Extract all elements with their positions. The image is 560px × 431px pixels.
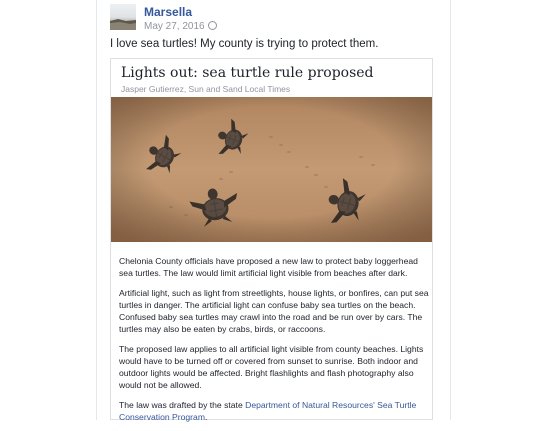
post-text: I love sea turtles! My county is trying … — [110, 38, 379, 50]
sea-turtle-photo — [111, 97, 432, 242]
post-meta: May 27, 2016 — [144, 21, 217, 32]
post-card: Marsella May 27, 2016 I love sea turtles… — [96, 0, 451, 422]
globe-icon — [207, 21, 217, 30]
article-body: Chelonia County officials have proposed … — [119, 255, 429, 431]
article-paragraph-1: Chelonia County officials have proposed … — [119, 256, 418, 278]
article-paragraph-2: Artificial light, such as light from str… — [119, 288, 429, 334]
post-header: Marsella May 27, 2016 — [110, 4, 440, 34]
author-name[interactable]: Marsella — [144, 5, 192, 19]
article-headline[interactable]: Lights out: sea turtle rule proposed — [121, 65, 374, 81]
article-byline: Jasper Gutierrez, Sun and Sand Local Tim… — [121, 84, 291, 94]
article-paragraph-4-prefix: The law was drafted by the state — [119, 400, 246, 410]
article-paragraph-4: The law was drafted by the state Departm… — [119, 399, 429, 423]
article-paragraph-3: The proposed law applies to all artifici… — [119, 344, 424, 390]
article-paragraph-4-suffix: . — [204, 412, 208, 422]
post-date[interactable]: May 27, 2016 — [144, 21, 205, 32]
article-preview[interactable]: Lights out: sea turtle rule proposed Jas… — [110, 58, 433, 422]
avatar[interactable] — [110, 4, 136, 30]
